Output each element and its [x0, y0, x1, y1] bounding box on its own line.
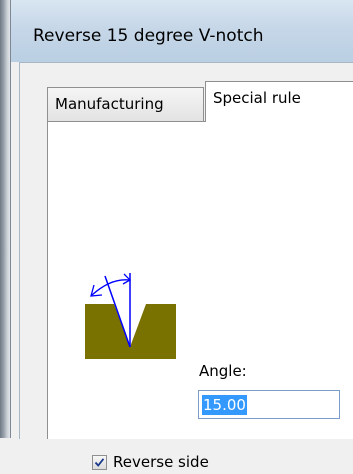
tab-special-rule[interactable]: Special rule [205, 81, 353, 122]
dialog-window: Reverse 15 degree V-notch Manufacturing … [10, 0, 353, 471]
title-bar[interactable]: Reverse 15 degree V-notch [11, 0, 353, 62]
window-title: Reverse 15 degree V-notch [33, 26, 264, 46]
reverse-side-label: Reverse side [113, 453, 209, 471]
angle-input[interactable]: 15.00 [198, 390, 340, 419]
checkmark-icon [94, 458, 105, 467]
special-rule-panel: Angle: 15.00 Reverse side [47, 121, 353, 471]
angle-input-value: 15.00 [202, 395, 247, 415]
tab-manufacturing-label: Manufacturing [55, 95, 164, 113]
angle-label: Angle: [199, 362, 247, 380]
reverse-side-checkbox[interactable] [92, 455, 107, 470]
tab-manufacturing[interactable]: Manufacturing [47, 87, 204, 121]
background-window-edge [0, 0, 10, 438]
v-notch-angle-diagram-icon [81, 272, 181, 366]
tab-special-rule-label: Special rule [213, 89, 301, 107]
dialog-client-area: Manufacturing Special rule Angle: 15.00 [19, 62, 353, 471]
